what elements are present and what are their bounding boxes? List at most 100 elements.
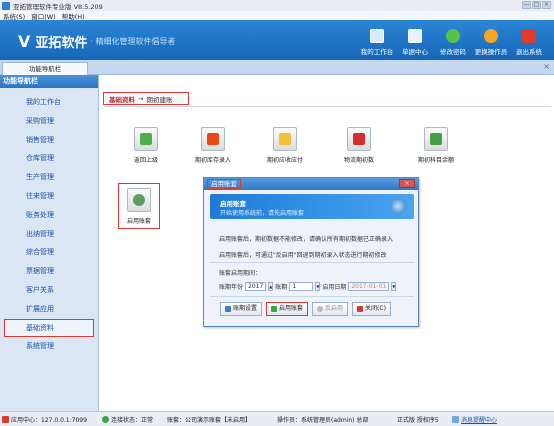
status-app-center: 应用中心：127.0.0.1:7099 <box>2 415 102 424</box>
menubar: 系统(S) 窗口(W) 帮助(H) <box>0 11 554 21</box>
message-center-link[interactable]: 消息提醒中心 <box>461 415 497 424</box>
topnav-switch-operator[interactable]: 更换操作员 <box>472 24 510 58</box>
header-banner: V 亚拓软件 · 精细化管理软件倡导者 我的工作台 单据中心 修改密码 更换操作… <box>0 20 554 60</box>
dialog-divider <box>210 296 414 297</box>
tile-go-back[interactable]: 返回上级 <box>116 127 176 164</box>
house-icon <box>201 127 225 151</box>
window-titlebar: 亚拓管理软件专业版 V8.5.209 — □ × <box>0 0 554 11</box>
topnav-label: 我的工作台 <box>360 48 394 56</box>
period-dropdown-icon[interactable]: ▼ <box>315 282 321 291</box>
tile-opening-subject-balance[interactable]: 期初科目余额 <box>406 127 466 164</box>
settings-title: 账套启用期间： <box>219 270 262 277</box>
sidebar-item-general[interactable]: 综合管理 <box>0 243 98 262</box>
window-title: 亚拓管理软件专业版 V8.5.209 <box>13 2 103 11</box>
topnav-label: 退出系统 <box>516 48 542 56</box>
dialog-titlebar[interactable]: 启用账套 × <box>204 178 418 190</box>
window-controls: — □ × <box>522 1 551 9</box>
tile-label: 期初应收应付 <box>266 157 303 164</box>
sidebar-item-production[interactable]: 生产管理 <box>0 168 98 187</box>
dialog-note-1: 启用账套后，期初数据不能修改，请确认所有期初数据已正确录入 <box>219 236 394 243</box>
enable-account-dialog: 启用账套 × 启用账套 开始使用系统前，请先启用账套 启用账套后，期初数据不能修… <box>203 177 419 327</box>
dialog-close-button[interactable]: × <box>399 179 415 188</box>
coins-icon <box>273 127 297 151</box>
status-messages[interactable]: 消息提醒中心 <box>452 415 497 424</box>
connection-text: 连接状态：正常 <box>111 416 154 424</box>
sidebar-item-bookkeeping[interactable]: 账务处理 <box>0 206 98 225</box>
status-bar: 应用中心：127.0.0.1:7099 连接状态：正常 账套：公司演示账套【未启… <box>0 411 554 426</box>
topnav-label: 单据中心 <box>402 48 428 56</box>
monitor-icon <box>370 29 384 43</box>
date-dropdown-icon[interactable]: ▼ <box>391 282 397 291</box>
key-icon <box>446 29 460 43</box>
sidebar-item-system[interactable]: 系统管理 <box>0 337 98 356</box>
year-label: 账期年份 <box>219 284 244 291</box>
sidebar-item-bills[interactable]: 票据管理 <box>0 262 98 281</box>
breadcrumb-arrow: → <box>138 94 144 103</box>
topnav-workbench[interactable]: 我的工作台 <box>358 24 396 58</box>
sidebar-item-accounts[interactable]: 往来管理 <box>0 187 98 206</box>
dialog-header-title: 启用账套 <box>220 200 246 208</box>
enable-date-input[interactable]: 2017-01-01 <box>348 282 390 291</box>
tile-opening-inventory[interactable]: 期初库存录入 <box>183 127 243 164</box>
menu-help[interactable]: 帮助(H) <box>62 11 85 21</box>
brand-name: 亚拓软件 <box>35 36 88 51</box>
database-icon <box>127 188 151 212</box>
breadcrumb-opening-setup: 期初建账 <box>146 95 173 104</box>
sidebar-item-crm[interactable]: 客户关系 <box>0 281 98 300</box>
database-globe-icon <box>390 198 406 214</box>
tab-strip: 功能导航栏 × <box>0 60 554 75</box>
period-settings: 账期年份 2017 ▲ 账期 1 ▼ 启用日期 2017-01-01 ▼ <box>219 282 397 291</box>
menu-system[interactable]: 系统(S) <box>3 11 25 21</box>
logo-icon: V <box>18 32 31 51</box>
tile-enable-account[interactable]: 启用账套 <box>118 183 160 229</box>
topnav-label: 修改密码 <box>440 48 466 56</box>
topnav-exit[interactable]: 退出系统 <box>510 24 548 58</box>
tile-label: 物流期初数 <box>343 157 374 164</box>
sidebar-item-extensions[interactable]: 扩展应用 <box>0 300 98 319</box>
topnav-label: 更换操作员 <box>474 48 508 56</box>
year-input[interactable]: 2017 <box>245 282 267 291</box>
dialog-title: 启用账套 <box>207 179 241 189</box>
period-select[interactable]: 1 <box>289 282 314 291</box>
close-tab-icon[interactable]: × <box>543 62 550 71</box>
connection-ok-icon <box>102 415 109 423</box>
sidebar-nav: 我的工作台 采购管理 销售管理 仓库管理 生产管理 往来管理 账务处理 出纳管理… <box>0 93 98 356</box>
sidebar-item-warehouse[interactable]: 仓库管理 <box>0 149 98 168</box>
maximize-button[interactable]: □ <box>532 1 541 9</box>
breadcrumb-divider <box>103 106 551 107</box>
enable-account-button[interactable]: 启用账套 <box>266 302 309 316</box>
date-label: 启用日期 <box>322 284 347 291</box>
sidebar-item-workbench[interactable]: 我的工作台 <box>0 93 98 112</box>
status-account: 账套：公司演示账套【未启用】 <box>167 416 252 424</box>
disable-account-button[interactable]: 反启用 <box>312 302 349 316</box>
year-spinner-icon[interactable]: ▲ <box>268 282 274 291</box>
dialog-close-text-button[interactable]: 关闭(C) <box>352 302 391 316</box>
sidebar-item-cashier[interactable]: 出纳管理 <box>0 225 98 244</box>
period-label: 账期 <box>275 284 288 291</box>
topnav-change-password[interactable]: 修改密码 <box>434 24 472 58</box>
sidebar-item-sales[interactable]: 销售管理 <box>0 131 98 150</box>
breadcrumb-basic-data[interactable]: 基础资料 <box>109 94 135 104</box>
tile-label: 期初库存录入 <box>194 157 231 164</box>
brand-slogan: · 精细化管理软件倡导者 <box>90 37 176 46</box>
breadcrumb: 基础资料 → 期初建账 <box>103 92 189 105</box>
document-icon <box>424 127 448 151</box>
app-center-text: 应用中心：127.0.0.1:7099 <box>11 416 87 424</box>
dialog-buttons: 账期设置 启用账套 反启用 关闭(C) <box>220 302 391 316</box>
sidebar-item-basic-data[interactable]: 基础资料 <box>4 318 94 338</box>
minimize-button[interactable]: — <box>522 1 531 9</box>
sidebar-item-purchase[interactable]: 采购管理 <box>0 112 98 131</box>
close-window-button[interactable]: × <box>542 1 551 9</box>
status-connection: 连接状态：正常 <box>102 415 167 424</box>
dialog-note-2: 启用账套后，可通过"反启用"回退到期初录入状态进行期初修改 <box>219 252 387 259</box>
period-setup-button[interactable]: 账期设置 <box>220 302 263 316</box>
close-button-label: 关闭(C) <box>365 305 386 312</box>
menu-window[interactable]: 窗口(W) <box>31 11 56 21</box>
dialog-header-subtitle: 开始使用系统前，请先启用账套 <box>220 210 305 217</box>
tile-opening-receivables[interactable]: 期初应收应付 <box>255 127 315 164</box>
dialog-header: 启用账套 开始使用系统前，请先启用账套 <box>210 194 414 219</box>
tab-function-nav[interactable]: 功能导航栏 <box>2 62 88 75</box>
topnav-documents[interactable]: 单据中心 <box>396 24 434 58</box>
tile-logistics-opening[interactable]: 物流期初数 <box>329 127 389 164</box>
power-icon <box>522 29 536 43</box>
